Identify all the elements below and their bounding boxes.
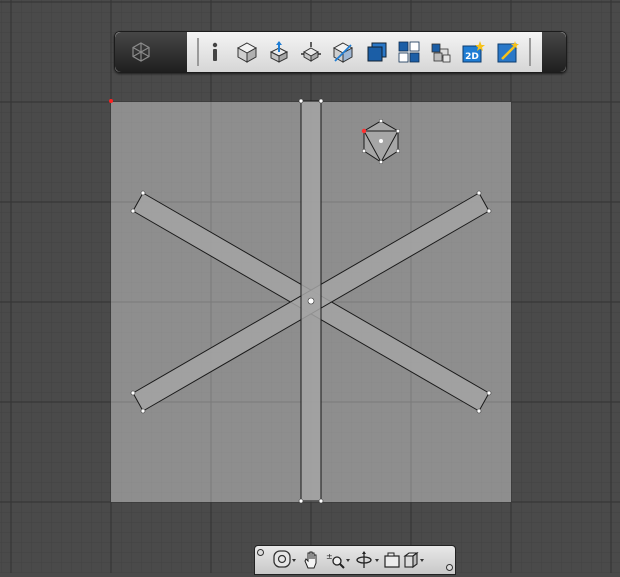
toolbar-pin (257, 549, 264, 556)
top-toolbar: 2D (114, 31, 567, 73)
orbit-icon[interactable] (271, 549, 297, 571)
blocks-icon[interactable] (427, 38, 455, 66)
cube-view-icon[interactable] (233, 38, 261, 66)
toolbar-end-cap (542, 32, 566, 72)
magic-wand-icon[interactable] (493, 38, 521, 66)
cube-slice-icon[interactable] (329, 38, 357, 66)
zoom-icon[interactable]: ± (325, 549, 351, 571)
camera-views-icon[interactable] (383, 549, 429, 571)
viewport[interactable] (0, 0, 620, 573)
pan-hand-icon[interactable] (301, 549, 323, 571)
toolbar-separator-2 (529, 38, 531, 66)
move-gizmo-icon[interactable] (265, 38, 293, 66)
origin-marker (109, 99, 113, 103)
2d-label: 2D (465, 52, 479, 62)
walk-axis-icon[interactable] (353, 549, 381, 571)
2d-view-icon[interactable]: 2D (459, 38, 487, 66)
toolbar-pin (446, 564, 453, 571)
center-pivot[interactable] (307, 297, 315, 305)
viewport-canvas[interactable] (0, 0, 620, 573)
viewcube-logo-icon[interactable] (127, 38, 155, 66)
svg-text:±: ± (326, 552, 333, 561)
navigation-toolbar: ± (254, 545, 456, 575)
toolbar-separator (197, 38, 199, 66)
rotate-gizmo-icon[interactable] (297, 38, 325, 66)
solid-cube-icon[interactable] (363, 38, 391, 66)
info-icon[interactable] (201, 38, 229, 66)
grid-layout-icon[interactable] (395, 38, 423, 66)
